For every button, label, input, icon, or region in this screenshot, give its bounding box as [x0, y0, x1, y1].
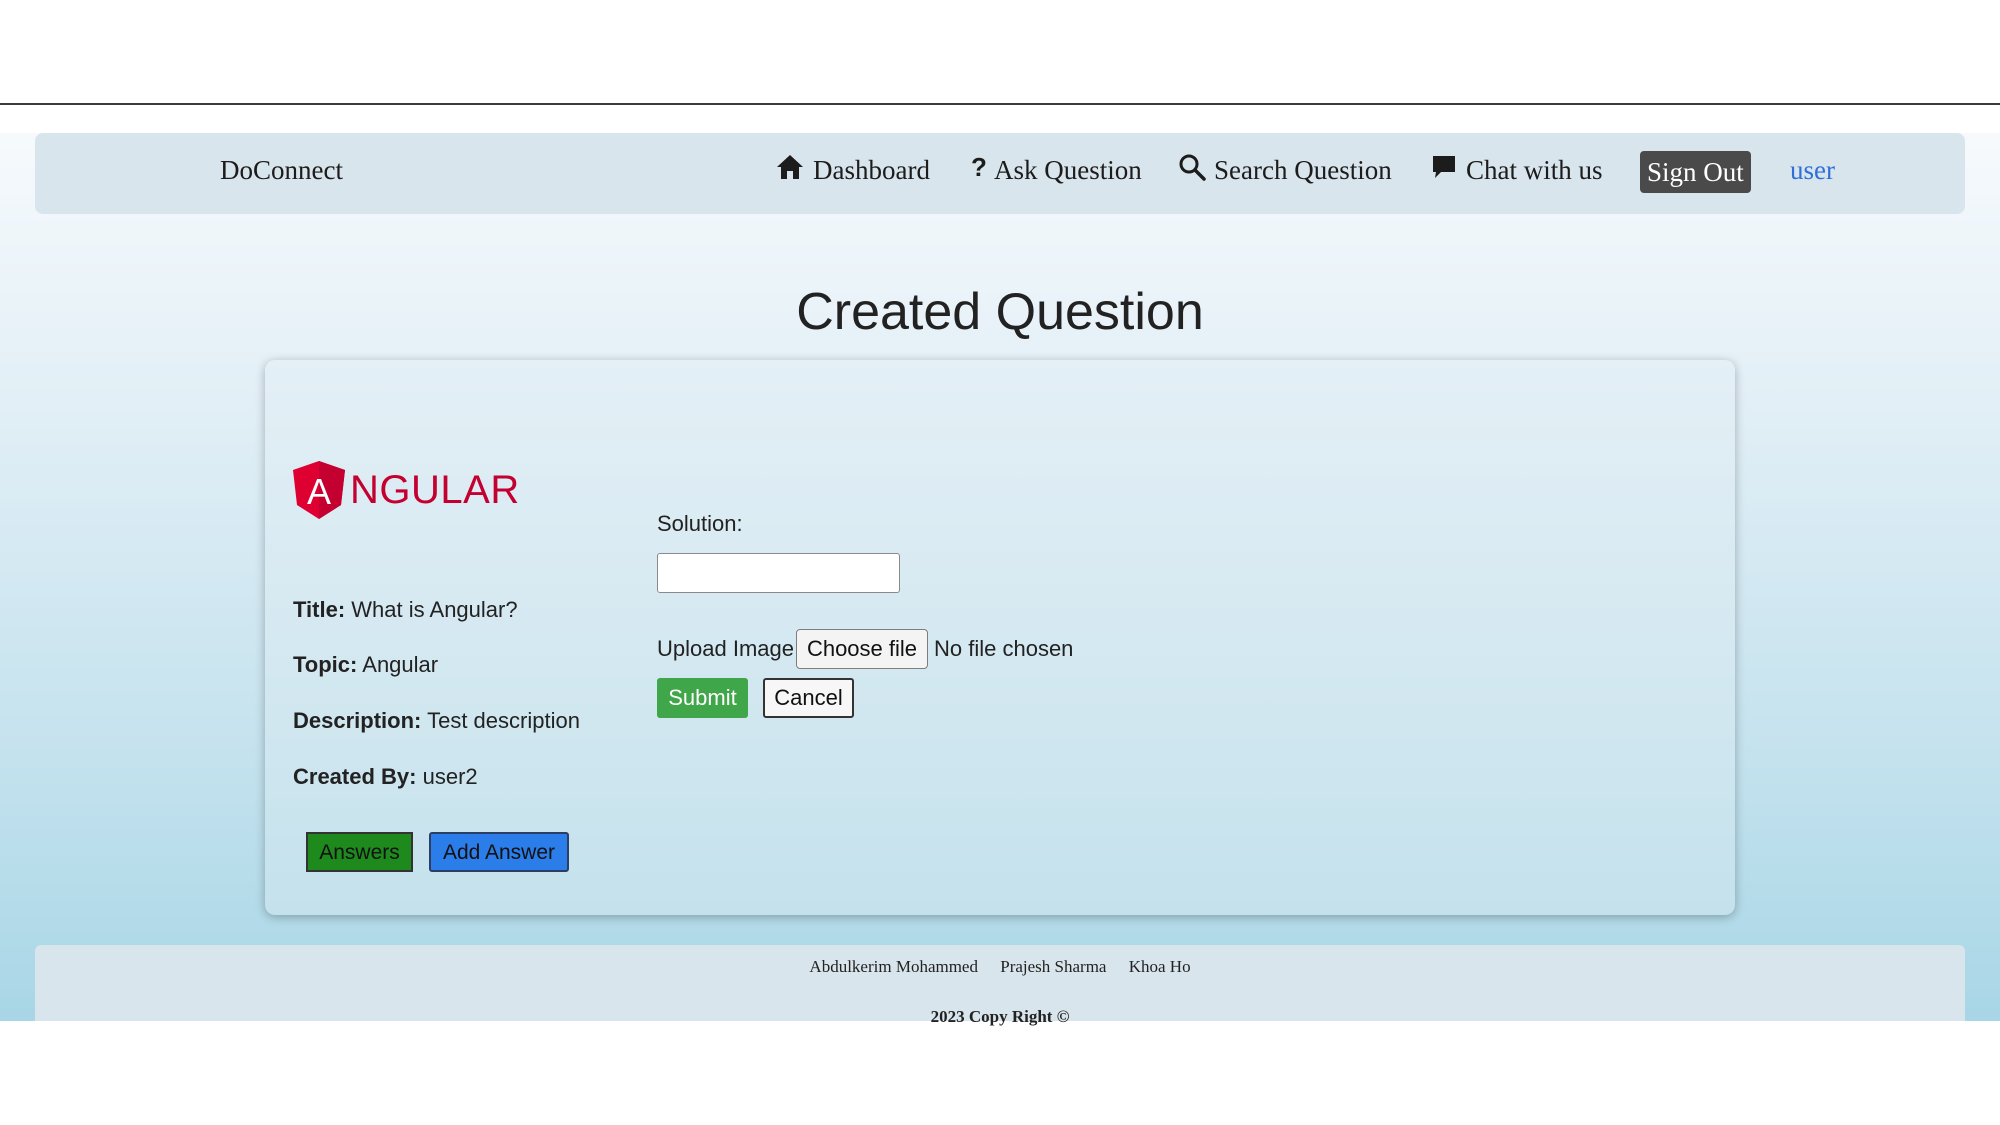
brand-link[interactable]: DoConnect	[220, 155, 343, 186]
nav-ask-question[interactable]: ? Ask Question	[970, 152, 1142, 188]
cancel-button[interactable]: Cancel	[763, 678, 854, 718]
footer-authors: Abdulkerim Mohammed Prajesh Sharma Khoa …	[35, 957, 1965, 977]
nav-search-question[interactable]: Search Question	[1178, 153, 1392, 188]
svg-text:A: A	[307, 471, 331, 512]
nav-search-question-label: Search Question	[1214, 155, 1392, 185]
nav-dashboard-label: Dashboard	[813, 155, 930, 185]
solution-input[interactable]	[657, 553, 900, 593]
angular-logo: A NGULAR	[292, 460, 520, 520]
navbar: DoConnect Dashboard ? Ask Question Searc…	[35, 133, 1965, 214]
file-status: No file chosen	[934, 636, 1074, 661]
author-name: Prajesh Sharma	[1000, 957, 1107, 976]
add-answer-button[interactable]: Add Answer	[429, 832, 569, 872]
choose-file-button[interactable]: Choose file	[796, 629, 928, 669]
submit-button[interactable]: Submit	[657, 678, 748, 718]
nav-chat[interactable]: Chat with us	[1430, 153, 1603, 188]
user-link[interactable]: user	[1790, 155, 1835, 186]
question-icon: ?	[970, 152, 994, 188]
upload-image-label: Upload Image	[657, 636, 794, 661]
svg-text:?: ?	[971, 153, 986, 181]
copyright: 2023 Copy Right ©	[930, 1007, 1070, 1026]
answers-button[interactable]: Answers	[306, 832, 413, 872]
question-topic: Topic: Angular	[293, 652, 439, 677]
sign-out-button[interactable]: Sign Out	[1640, 151, 1751, 193]
footer: Abdulkerim Mohammed Prajesh Sharma Khoa …	[35, 945, 1965, 1026]
top-divider	[0, 103, 2000, 105]
page-title: Created Question	[796, 283, 1204, 341]
nav-ask-question-label: Ask Question	[994, 155, 1142, 185]
author-name: Abdulkerim Mohammed	[809, 957, 978, 976]
nav-chat-label: Chat with us	[1466, 155, 1603, 185]
nav-dashboard[interactable]: Dashboard	[775, 153, 930, 188]
home-icon	[775, 153, 813, 188]
solution-label: Solution:	[657, 511, 743, 536]
question-created-by: Created By: user2	[293, 764, 478, 789]
question-description: Description: Test description	[293, 708, 580, 733]
search-icon	[1178, 153, 1214, 188]
question-card: A NGULAR Title: What is Angular? Topic: …	[265, 360, 1735, 915]
question-title: Title: What is Angular?	[293, 597, 518, 622]
chat-icon	[1430, 153, 1466, 188]
author-name: Khoa Ho	[1128, 957, 1191, 976]
angular-shield-icon: A	[293, 461, 345, 519]
